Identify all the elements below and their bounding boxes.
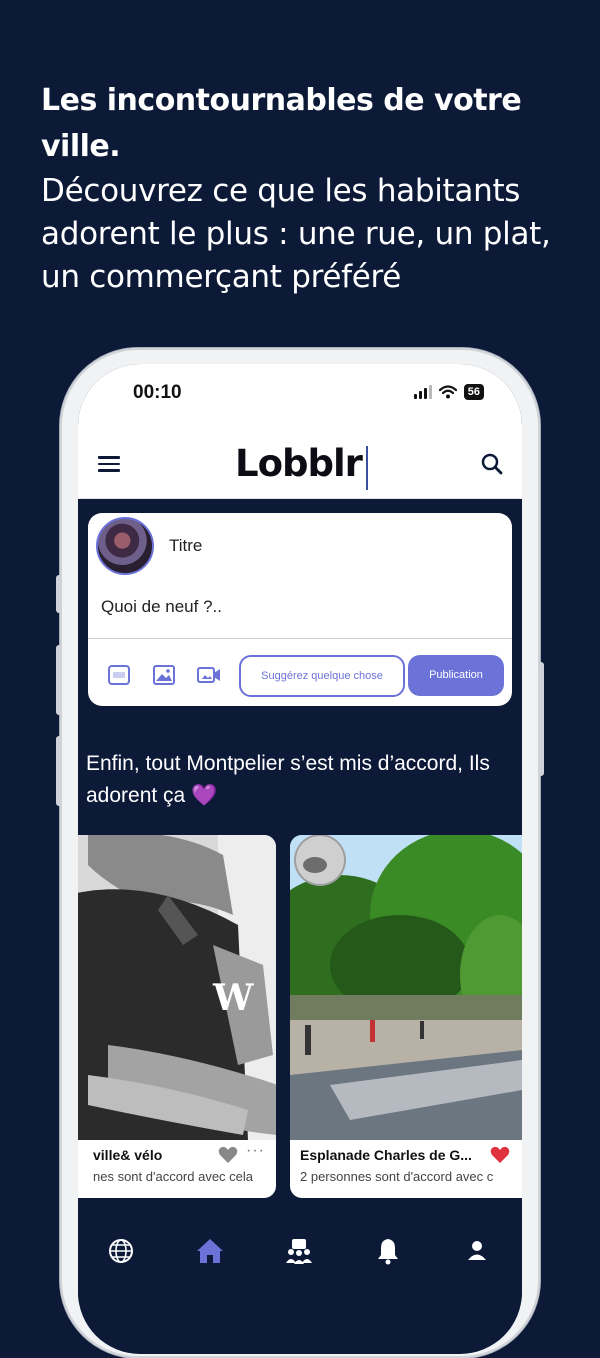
- phone-side-button: [56, 645, 62, 715]
- card-subtitle: 2 personnes sont d'accord avec c: [300, 1169, 494, 1184]
- video-icon[interactable]: [197, 664, 221, 686]
- phone-side-button: [56, 575, 62, 613]
- image-icon[interactable]: [152, 664, 176, 686]
- wifi-icon: [438, 385, 457, 399]
- status-icons: 56: [413, 384, 484, 400]
- phone-side-button: [538, 662, 544, 776]
- card-title: ville& vélo: [93, 1147, 163, 1163]
- more-options-icon[interactable]: ···: [246, 1142, 265, 1160]
- hero-subtitle: Découvrez ce que les habitants adorent l…: [41, 173, 551, 295]
- logo-cursor: [366, 446, 368, 490]
- card-subtitle: nes sont d'accord avec cela: [93, 1169, 254, 1184]
- bell-icon[interactable]: [373, 1236, 403, 1266]
- community-icon[interactable]: [284, 1236, 314, 1266]
- card-photo: [290, 835, 522, 1140]
- app-bar: Lobblr: [78, 432, 522, 499]
- phone-screen: 00:10 56 Lobblr Titre Quoi de neuf ?.. S…: [78, 364, 522, 1354]
- hero-section: Les incontournables de votre ville. Déco…: [41, 78, 571, 299]
- post-text-input[interactable]: Quoi de neuf ?..: [101, 597, 222, 617]
- home-icon[interactable]: [195, 1236, 225, 1266]
- gif-icon[interactable]: [107, 664, 131, 686]
- menu-icon[interactable]: [98, 456, 120, 472]
- status-time: 00:10: [133, 382, 182, 403]
- post-composer: Titre Quoi de neuf ?.. Suggérez quelque …: [88, 513, 512, 706]
- profile-icon[interactable]: [462, 1236, 492, 1266]
- divider: [88, 638, 512, 639]
- card-photo: W: [78, 835, 276, 1140]
- place-card[interactable]: W ville& vélo nes sont d'accord avec cel…: [78, 835, 276, 1198]
- card-title: Esplanade Charles de G...: [300, 1147, 472, 1163]
- status-bar: 00:10 56: [78, 364, 522, 432]
- place-card[interactable]: Esplanade Charles de G... 2 personnes so…: [290, 835, 522, 1198]
- section-heading: Enfin, tout Montpelier s’est mis d’accor…: [86, 752, 490, 807]
- suggest-button[interactable]: Suggérez quelque chose: [239, 655, 405, 697]
- signal-icon: [413, 385, 432, 399]
- app-logo: Lobblr: [235, 442, 363, 485]
- publish-button[interactable]: Publication: [408, 655, 504, 696]
- bottom-tab-bar: [78, 1222, 522, 1302]
- battery-indicator: 56: [463, 384, 484, 400]
- globe-icon[interactable]: [106, 1236, 136, 1266]
- svg-text:W: W: [212, 977, 254, 1019]
- heart-icon[interactable]: [218, 1146, 238, 1164]
- avatar[interactable]: [96, 517, 154, 575]
- heart-icon[interactable]: [490, 1146, 510, 1164]
- hero-title: Les incontournables de votre ville.: [41, 83, 522, 164]
- search-icon[interactable]: [480, 452, 504, 476]
- phone-side-button: [56, 736, 62, 806]
- post-title-field[interactable]: Titre: [169, 536, 202, 556]
